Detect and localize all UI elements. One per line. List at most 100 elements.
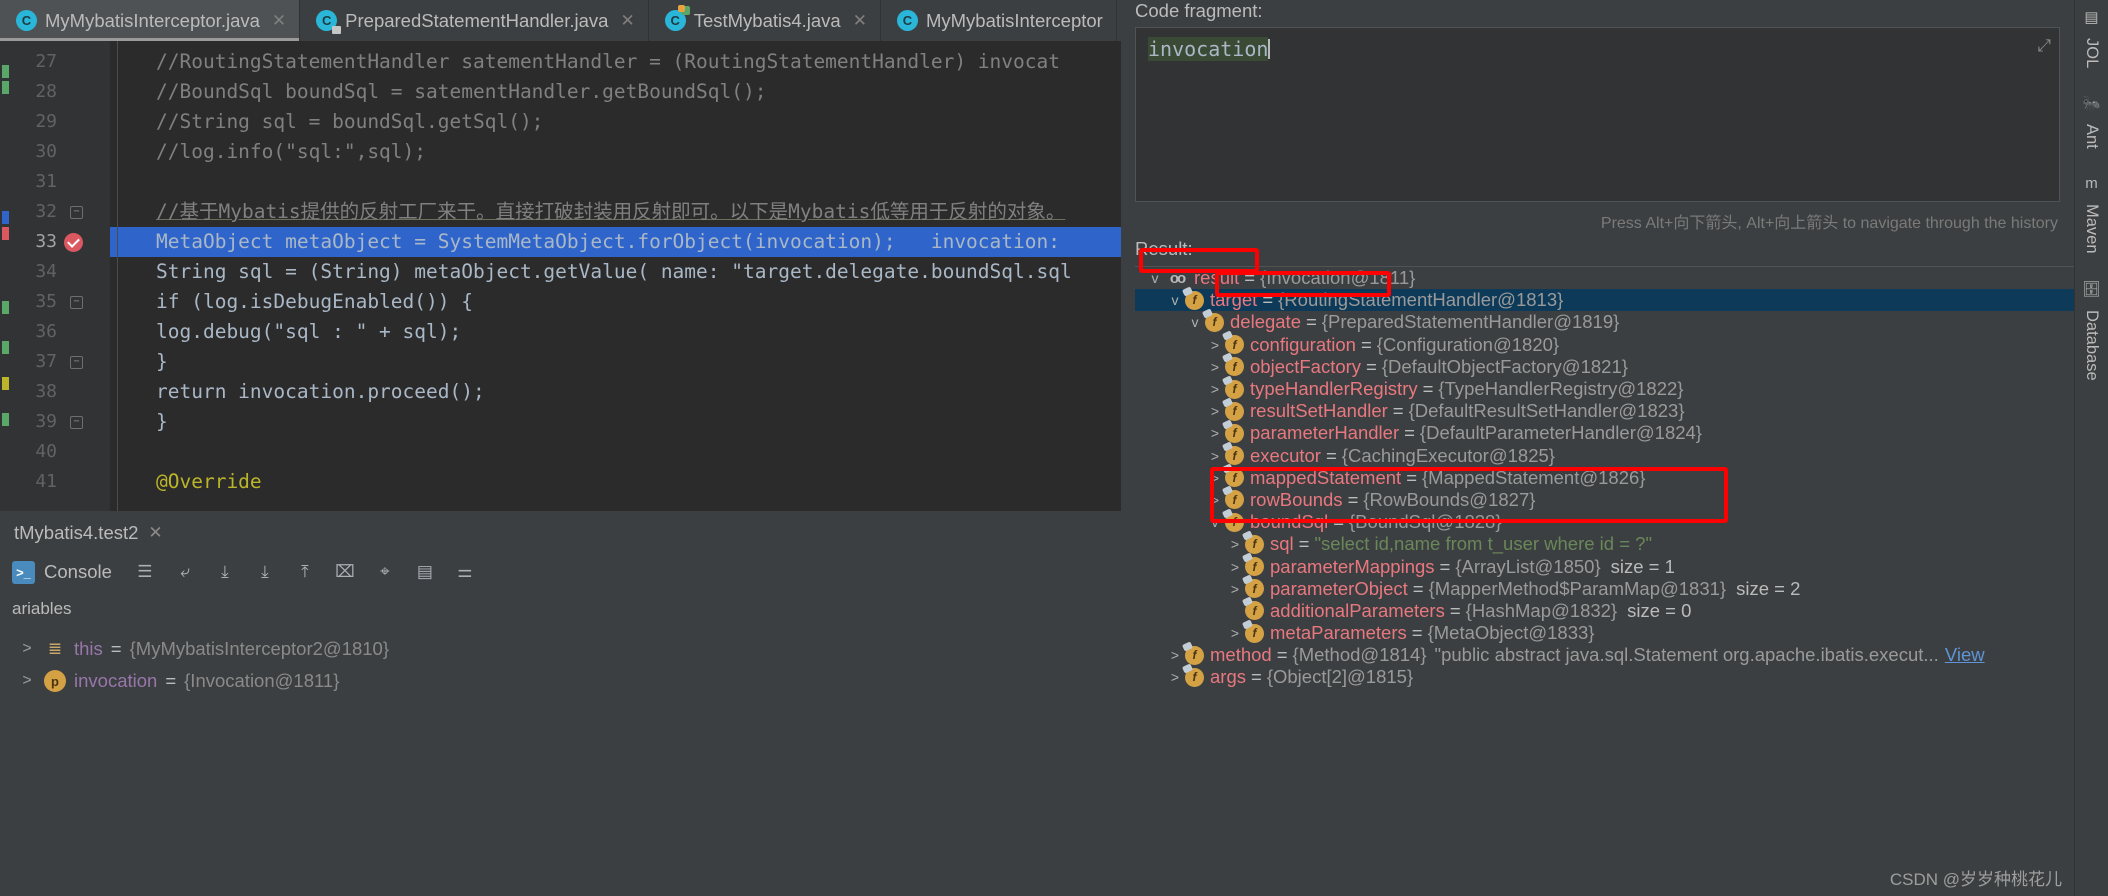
upload-icon[interactable]: ⤒ [292,559,318,585]
editor-tab-label: MyMybatisInterceptor [925,9,1103,31]
tree-row-parameterhandler[interactable]: > f parameterHandler = {DefaultParameter… [1135,422,2074,444]
chevron-right-icon[interactable]: > [1225,536,1245,552]
chevron-right-icon[interactable]: > [1205,448,1225,464]
field-icon: f [1225,401,1244,421]
chevron-right-icon[interactable]: > [1205,492,1225,508]
tree-row-objectfactory[interactable]: > f objectFactory = {DefaultObjectFactor… [1135,356,2074,378]
line-number: 30 [35,141,57,162]
tree-row-additionalparameters[interactable]: f additionalParameters = {HashMap@1832} … [1135,600,2074,622]
equals-sign: = [1244,267,1256,289]
close-icon[interactable]: ✕ [148,523,162,543]
tree-node-value: {PreparedStatementHandler@1819} [1321,311,1620,333]
variable-row-invocation[interactable]: > p invocation = {Invocation@1811} [0,665,1121,697]
tree-node-name: metaParameters [1270,622,1407,644]
fold-marker-icon[interactable]: − [70,416,83,429]
tree-row-parameterobject[interactable]: > f parameterObject = {MapperMethod$Para… [1135,578,2074,600]
menu-icon[interactable]: ☰ [132,559,158,585]
tree-row-args[interactable]: > f args = {Object[2]@1815} [1135,666,2074,688]
tree-row-rowbounds[interactable]: > f rowBounds = {RowBounds@1827} [1135,489,2074,511]
error-stripe-marker[interactable] [0,41,12,511]
chevron-down-icon[interactable]: v [1205,514,1225,530]
variable-row-this[interactable]: > ≣ this = {MyMybatisInterceptor2@1810} [0,633,1121,665]
code-line-36: log.debug("sql : " + sql); [156,320,462,343]
tree-row-metaparameters[interactable]: > f metaParameters = {MetaObject@1833} [1135,622,2074,644]
editor-gutter[interactable]: 27 28 29 30 31 32 − 33 34 35 − 36 37 − 3… [12,41,110,511]
clear-icon[interactable]: ⌧ [332,559,358,585]
chevron-right-icon[interactable]: > [1205,337,1225,353]
tree-row-boundsql[interactable]: v f boundSql = {BoundSql@1828} [1135,511,2074,533]
tree-row-target[interactable]: v f target = {RoutingStatementHandler@18… [1135,289,2074,312]
close-icon[interactable]: ✕ [272,11,286,31]
settings-icon[interactable]: ⚌ [452,559,478,585]
tree-node-name: parameterObject [1270,577,1408,599]
tree-row-parametermappings[interactable]: > f parameterMappings = {ArrayList@1850}… [1135,555,2074,577]
fold-marker-icon[interactable]: − [70,296,83,309]
fold-marker-icon[interactable]: − [70,356,83,369]
code-editor[interactable]: 27 28 29 30 31 32 − 33 34 35 − 36 37 − 3… [0,41,1121,511]
tree-row-configuration[interactable]: > f configuration = {Configuration@1820} [1135,334,2074,356]
chevron-right-icon[interactable]: > [1205,470,1225,486]
scroll-down-icon[interactable]: ⤓ [212,559,238,585]
editor-tab-my-mybatis-interceptor[interactable]: C MyMybatisInterceptor.java ✕ [0,0,301,41]
chevron-right-icon[interactable]: > [18,672,36,690]
debug-session-tab[interactable]: tMybatis4.test2 ✕ [2,518,175,551]
chevron-right-icon[interactable]: > [1205,403,1225,419]
expand-icon[interactable]: ⤢ [2037,36,2051,56]
chevron-right-icon[interactable]: > [1205,359,1225,375]
code-fragment-input[interactable]: invocation ⤢ [1135,27,2060,202]
tool-window-database[interactable]: Database [2082,300,2101,391]
console-icon: >_ [12,560,35,584]
close-icon[interactable]: ✕ [620,11,634,31]
chevron-right-icon[interactable]: > [1205,381,1225,397]
chevron-right-icon[interactable]: > [1165,669,1185,685]
chevron-right-icon[interactable]: > [1165,647,1185,663]
view-link[interactable]: View [1945,644,1985,666]
code-fragment-text[interactable]: invocation [1136,28,2059,70]
tree-row-resultsethandler[interactable]: > f resultSetHandler = {DefaultResultSet… [1135,400,2074,422]
chevron-down-icon[interactable]: v [1145,270,1165,286]
right-tool-strip[interactable]: ▤ JOL 🐜 Ant m Maven 🗄 Database [2074,0,2108,896]
tree-row-sql[interactable]: > f sql = "select id,name from t_user wh… [1135,533,2074,555]
chevron-right-icon[interactable]: > [1225,581,1245,597]
tree-row-executor[interactable]: > f executor = {CachingExecutor@1825} [1135,445,2074,467]
console-tab[interactable]: >_ Console [12,560,112,584]
table-icon[interactable]: ▤ [412,559,438,585]
tool-window-ant[interactable]: Ant [2082,114,2101,159]
chevron-down-icon[interactable]: v [1185,314,1205,330]
tool-window-jol[interactable]: JOL [2082,28,2101,78]
variable-value: {Invocation@1811} [184,670,340,691]
tree-row-result[interactable]: v oo result = {Invocation@1811} [1135,267,2074,289]
fold-marker-icon[interactable]: − [70,206,83,219]
debug-tool-tabrow[interactable]: tMybatis4.test2 ✕ [0,511,1121,551]
editor-tab-test-mybatis4[interactable]: C TestMybatis4.java ✕ [649,0,881,41]
close-icon[interactable]: ✕ [853,11,867,31]
breakpoint-icon[interactable] [64,233,83,252]
chevron-right-icon[interactable]: > [1205,425,1225,441]
result-tree[interactable]: v oo result = {Invocation@1811} v f targ… [1135,266,2074,896]
editor-tab-my-mybatis-interceptor-2[interactable]: C MyMybatisInterceptor [881,0,1117,41]
code-line-32: //基于Mybatis提供的反射工厂来干。直接打破封装用反射即可。以下是Myba… [156,200,1066,223]
chevron-down-icon[interactable]: v [1165,292,1185,308]
tree-node-name: mappedStatement [1250,466,1402,488]
code-line-29: //String sql = boundSql.getSql(); [156,110,544,133]
tree-row-mappedstatement[interactable]: > f mappedStatement = {MappedStatement@1… [1135,467,2074,489]
line-number: 33 [12,227,110,257]
editor-tabstrip[interactable]: C MyMybatisInterceptor.java ✕ C Prepared… [0,0,1121,41]
line-number: 39 − [12,407,110,437]
soft-wrap-icon[interactable]: ⤶ [172,559,198,585]
variables-panel[interactable]: > ≣ this = {MyMybatisInterceptor2@1810} … [0,625,1121,896]
download-icon[interactable]: ⤓ [252,559,278,585]
chevron-right-icon[interactable]: > [1225,625,1245,641]
code-text-area[interactable]: //RoutingStatementHandler satementHandle… [110,41,1121,511]
code-fragment-label: Code fragment: [1135,0,1263,21]
tool-window-maven[interactable]: Maven [2082,194,2101,264]
console-toolbar[interactable]: >_ Console ☰ ⤶ ⤓ ⤓ ⤒ ⌧ ⌖ ▤ ⚌ [0,551,1121,593]
tree-row-delegate[interactable]: v f delegate = {PreparedStatementHandler… [1135,311,2074,333]
tree-row-typehandlerregistry[interactable]: > f typeHandlerRegistry = {TypeHandlerRe… [1135,378,2074,400]
chevron-right-icon[interactable]: > [1225,559,1245,575]
code-line-27: //RoutingStatementHandler satementHandle… [156,50,1060,73]
editor-tab-prepared-statement-handler[interactable]: C PreparedStatementHandler.java ✕ [300,0,649,41]
print-icon[interactable]: ⌖ [372,559,398,585]
tree-row-method[interactable]: > f method = {Method@1814} "public abstr… [1135,644,2074,666]
chevron-right-icon[interactable]: > [18,640,36,658]
